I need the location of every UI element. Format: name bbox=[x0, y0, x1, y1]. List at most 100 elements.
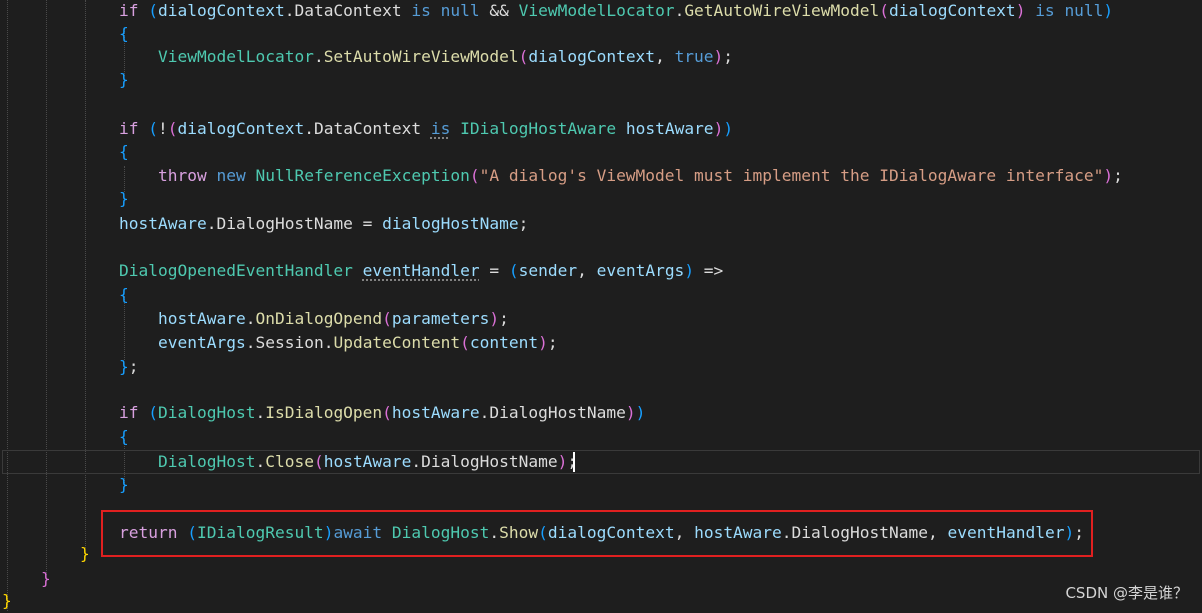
code-token: ( bbox=[879, 1, 889, 20]
code-line[interactable]: } bbox=[0, 567, 1202, 591]
code-token: . bbox=[245, 333, 256, 352]
code-token: parameters bbox=[391, 309, 490, 328]
code-token: . bbox=[674, 1, 685, 20]
code-token: . bbox=[313, 47, 324, 66]
code-token: && bbox=[479, 1, 519, 20]
code-line[interactable]: { bbox=[0, 140, 1202, 164]
code-token: DialogHost bbox=[158, 403, 256, 422]
code-token: } bbox=[119, 189, 129, 208]
code-token: ( bbox=[382, 309, 392, 328]
code-line[interactable]: throw new NullReferenceException("A dial… bbox=[0, 164, 1202, 188]
code-token: ( bbox=[518, 47, 529, 66]
code-token: ( bbox=[148, 119, 158, 138]
code-token: ( bbox=[460, 333, 470, 352]
code-token: DialogHostName bbox=[216, 214, 353, 233]
code-token: . bbox=[255, 403, 266, 422]
code-line[interactable] bbox=[0, 236, 1202, 260]
code-token: } bbox=[119, 357, 129, 376]
code-token: eventHandler bbox=[362, 261, 480, 280]
code-token: ( bbox=[167, 119, 178, 138]
code-token: ) bbox=[723, 119, 734, 138]
code-token: is bbox=[1035, 1, 1055, 20]
code-token: ) bbox=[538, 333, 548, 352]
code-token: ) bbox=[557, 452, 568, 471]
code-token: } bbox=[2, 591, 12, 610]
code-token: UpdateContent bbox=[333, 333, 461, 352]
code-line[interactable]: { bbox=[0, 425, 1202, 449]
code-token: null bbox=[440, 1, 480, 20]
code-token: IsDialogOpen bbox=[265, 403, 383, 422]
code-token: } bbox=[119, 475, 129, 494]
code-token: ) bbox=[713, 47, 724, 66]
code-token: } bbox=[80, 544, 90, 563]
code-line[interactable]: } bbox=[0, 473, 1202, 497]
code-token: new bbox=[216, 166, 256, 185]
code-token: ( bbox=[469, 166, 480, 185]
code-token: ) bbox=[1015, 1, 1026, 20]
code-token: eventArgs bbox=[596, 261, 685, 280]
code-line[interactable]: } bbox=[0, 589, 1202, 613]
code-token: hostAware bbox=[119, 214, 207, 233]
code-token: . bbox=[206, 214, 217, 233]
code-token: ) bbox=[489, 309, 500, 328]
code-token: is bbox=[430, 119, 451, 138]
code-token: . bbox=[323, 333, 334, 352]
code-line[interactable] bbox=[0, 379, 1202, 403]
code-line[interactable]: ViewModelLocator.SetAutoWireViewModel(di… bbox=[0, 45, 1202, 69]
code-token: ) bbox=[635, 403, 646, 422]
code-token: ; bbox=[499, 309, 509, 328]
code-token: => bbox=[694, 261, 724, 280]
code-token: = bbox=[352, 214, 383, 233]
code-token: ; bbox=[547, 333, 558, 352]
code-token: , bbox=[655, 47, 675, 66]
code-token: is bbox=[411, 1, 431, 20]
code-line[interactable] bbox=[0, 93, 1202, 117]
code-token: . bbox=[284, 1, 295, 20]
code-token: . bbox=[304, 119, 314, 138]
watermark: CSDN @李是谁？ bbox=[1065, 584, 1188, 602]
text-caret bbox=[573, 452, 575, 472]
code-token: eventArgs bbox=[158, 333, 246, 352]
code-token: . bbox=[245, 309, 256, 328]
code-token: DialogHostName bbox=[489, 403, 626, 422]
code-line[interactable]: if (dialogContext.DataContext is null &&… bbox=[0, 0, 1202, 23]
code-line[interactable]: if (!(dialogContext.DataContext is IDial… bbox=[0, 117, 1202, 141]
code-line[interactable]: DialogOpenedEventHandler eventHandler = … bbox=[0, 259, 1202, 283]
code-token: ; bbox=[128, 357, 139, 376]
code-token: ( bbox=[148, 403, 158, 422]
code-token: Close bbox=[265, 452, 314, 471]
code-line[interactable]: hostAware.DialogHostName = dialogHostNam… bbox=[0, 212, 1202, 236]
code-line[interactable]: { bbox=[0, 283, 1202, 307]
code-line[interactable]: } bbox=[0, 68, 1202, 92]
code-token: DialogOpenedEventHandler bbox=[119, 261, 353, 280]
code-line[interactable]: if (DialogHost.IsDialogOpen(hostAware.Di… bbox=[0, 401, 1202, 425]
code-line[interactable]: eventArgs.Session.UpdateContent(content)… bbox=[0, 331, 1202, 355]
code-token: ( bbox=[148, 1, 158, 20]
code-token: ) bbox=[684, 261, 695, 280]
code-line[interactable]: }; bbox=[0, 355, 1202, 379]
code-token: dialogContext bbox=[528, 47, 656, 66]
code-token: content bbox=[469, 333, 539, 352]
code-line[interactable]: } bbox=[0, 187, 1202, 211]
code-token: GetAutoWireViewModel bbox=[684, 1, 880, 20]
code-line[interactable]: hostAware.OnDialogOpend(parameters); bbox=[0, 307, 1202, 331]
code-token: dialogContext bbox=[177, 119, 305, 138]
current-code-line[interactable]: DialogHost.Close(hostAware.DialogHostNam… bbox=[2, 450, 1200, 474]
code-token: IDialogHostAware bbox=[460, 119, 617, 138]
code-token: { bbox=[119, 427, 129, 446]
code-token: . bbox=[255, 452, 266, 471]
code-line[interactable]: { bbox=[0, 22, 1202, 46]
code-token: { bbox=[119, 24, 129, 43]
code-token: NullReferenceException bbox=[255, 166, 470, 185]
code-token: ) bbox=[713, 119, 724, 138]
code-token: ( bbox=[313, 452, 324, 471]
code-token: ViewModelLocator bbox=[518, 1, 675, 20]
